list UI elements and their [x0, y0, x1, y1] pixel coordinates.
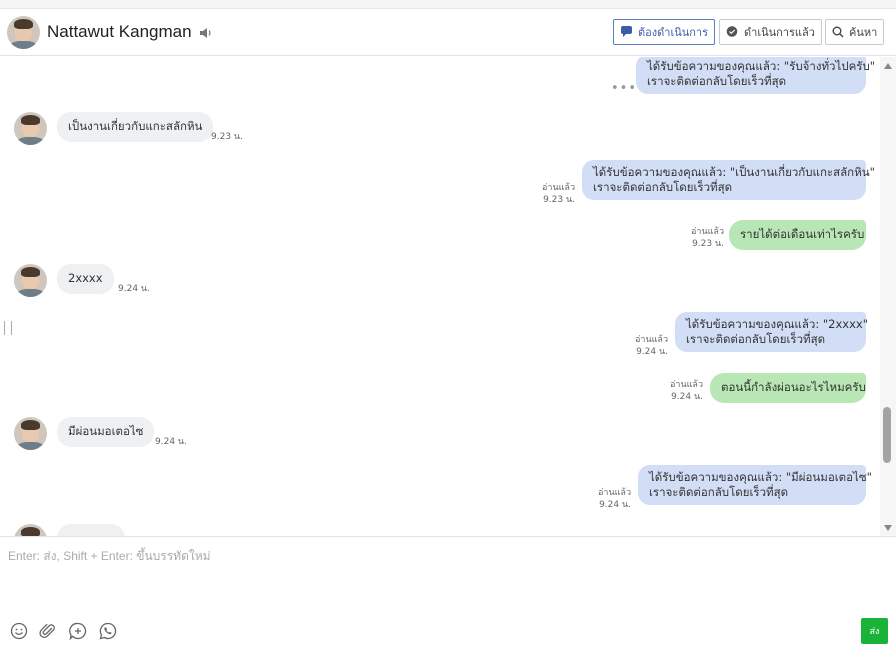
add-sticker-icon[interactable]: [69, 622, 87, 640]
sender-avatar[interactable]: [14, 524, 47, 536]
pending-button[interactable]: ต้องดำเนินการ: [613, 19, 715, 45]
sender-avatar[interactable]: [14, 264, 47, 297]
emoji-icon[interactable]: [10, 622, 28, 640]
chat-check-icon: [726, 26, 738, 37]
incoming-message-bubble: เป็นงานเกี่ยวกับแกะสลักหิน: [57, 112, 214, 142]
message-list[interactable]: ••• ได้รับข้อความของคุณแล้ว: "รับจ้างทั่…: [0, 57, 896, 536]
bot-message-bubble: ได้รับข้อความของคุณแล้ว: "มีผ่อนมอเตอไซ"…: [638, 465, 872, 505]
message-read-status: อ่านแล้ว 9.23 น.: [542, 183, 575, 205]
more-options-icon[interactable]: •••: [611, 81, 637, 96]
chat-scrollbar[interactable]: [880, 57, 896, 536]
bot-message-bubble: ได้รับข้อความของคุณแล้ว: "เป็นงานเกี่ยวก…: [582, 160, 875, 200]
send-button[interactable]: ส่ง: [861, 618, 888, 644]
whatsapp-icon[interactable]: [99, 622, 117, 640]
message-read-status: อ่านแล้ว 9.23 น.: [691, 227, 724, 249]
search-button[interactable]: ค้นหา: [825, 19, 885, 45]
chat-bubble-icon: [621, 26, 632, 37]
contact-name[interactable]: Nattawut Kangman: [47, 22, 192, 42]
incoming-message-bubble: 2xxxx: [57, 264, 114, 294]
bot-message-bubble: ได้รับข้อความของคุณแล้ว: "2xxxx" เราจะติ…: [675, 312, 868, 352]
message-composer: ส่ง: [0, 536, 896, 651]
message-time: 9.23 น.: [211, 132, 243, 142]
message-read-status: อ่านแล้ว 9.24 น.: [635, 335, 668, 357]
window-top-strip: [0, 0, 896, 9]
sender-avatar[interactable]: [14, 417, 47, 450]
message-read-status: อ่านแล้ว 9.24 น.: [670, 380, 703, 402]
contact-avatar[interactable]: [7, 16, 40, 49]
message-time: 9.24 น.: [118, 284, 150, 294]
scroll-down-arrow[interactable]: [884, 525, 892, 531]
resize-handle[interactable]: [4, 321, 12, 335]
pending-button-label: ต้องดำเนินการ: [638, 26, 708, 39]
my-message-bubble: รายได้ต่อเดือนเท่าไรครับ: [729, 220, 866, 250]
attachment-icon[interactable]: [39, 622, 57, 640]
message-input[interactable]: [0, 537, 880, 597]
bot-message-bubble: ได้รับข้อความของคุณแล้ว: "รับจ้างทั่วไปค…: [636, 57, 875, 94]
my-message-bubble: ตอนนี้กำลังผ่อนอะไรไหมครับ: [710, 373, 866, 403]
scroll-up-arrow[interactable]: [884, 63, 892, 69]
done-button[interactable]: ดำเนินการแล้ว: [719, 19, 822, 45]
done-button-label: ดำเนินการแล้ว: [744, 26, 815, 39]
sender-avatar[interactable]: [14, 112, 47, 145]
message-time: 9.24 น.: [155, 437, 187, 447]
search-icon: [832, 26, 844, 38]
search-button-label: ค้นหา: [849, 26, 878, 39]
chat-header: Nattawut Kangman ต้องดำเนินการ ดำเนินการ…: [0, 9, 896, 56]
speaker-icon[interactable]: [199, 26, 213, 40]
incoming-message-bubble: มีผ่อนมอเตอไซ: [57, 417, 155, 447]
incoming-message-bubble: [57, 524, 125, 536]
message-read-status: อ่านแล้ว 9.24 น.: [598, 488, 631, 510]
scrollbar-thumb[interactable]: [883, 407, 891, 463]
